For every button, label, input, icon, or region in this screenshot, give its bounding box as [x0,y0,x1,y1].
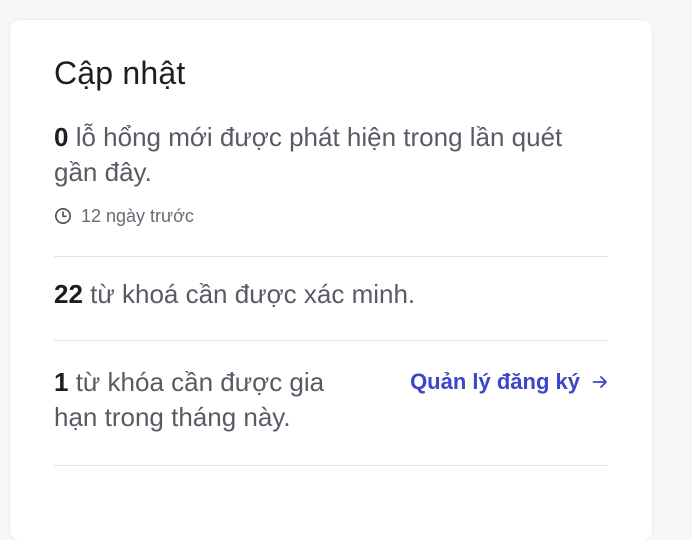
keywords-verify-section: 22 từ khoá cần được xác minh. [54,257,608,341]
arrow-right-icon [592,376,607,388]
keywords-renew-section: 1 từ khóa cần được gia hạn trong tháng n… [54,341,608,466]
time-ago-label: 12 ngày trước [81,206,194,226]
card-title: Cập nhật [54,55,186,91]
scan-timestamp: 12 ngày trước [54,204,608,228]
keywords-verify-message: 22 từ khoá cần được xác minh. [54,277,608,312]
keywords-renew-text: từ khóa cần được gia hạn trong tháng này… [54,367,325,432]
manage-subscription-label: Quản lý đăng ký [410,369,580,394]
keywords-verify-text: từ khoá cần được xác minh. [82,279,416,309]
updates-card: Cập nhật 0 lỗ hổng mới được phát hiện tr… [10,20,652,540]
keywords-verify-count: 22 [54,279,83,309]
keywords-renew-count: 1 [54,367,69,397]
clock-icon [55,208,71,224]
vulnerabilities-message: 0 lỗ hổng mới được phát hiện trong lần q… [54,120,608,190]
manage-subscription-link[interactable]: Quản lý đăng ký [410,367,608,397]
vulnerabilities-count: 0 [54,122,69,152]
keywords-renew-message: 1 từ khóa cần được gia hạn trong tháng n… [54,365,334,435]
vulnerabilities-section: 0 lỗ hổng mới được phát hiện trong lần q… [54,93,608,257]
vulnerabilities-text: lỗ hổng mới được phát hiện trong lần qué… [54,122,563,187]
